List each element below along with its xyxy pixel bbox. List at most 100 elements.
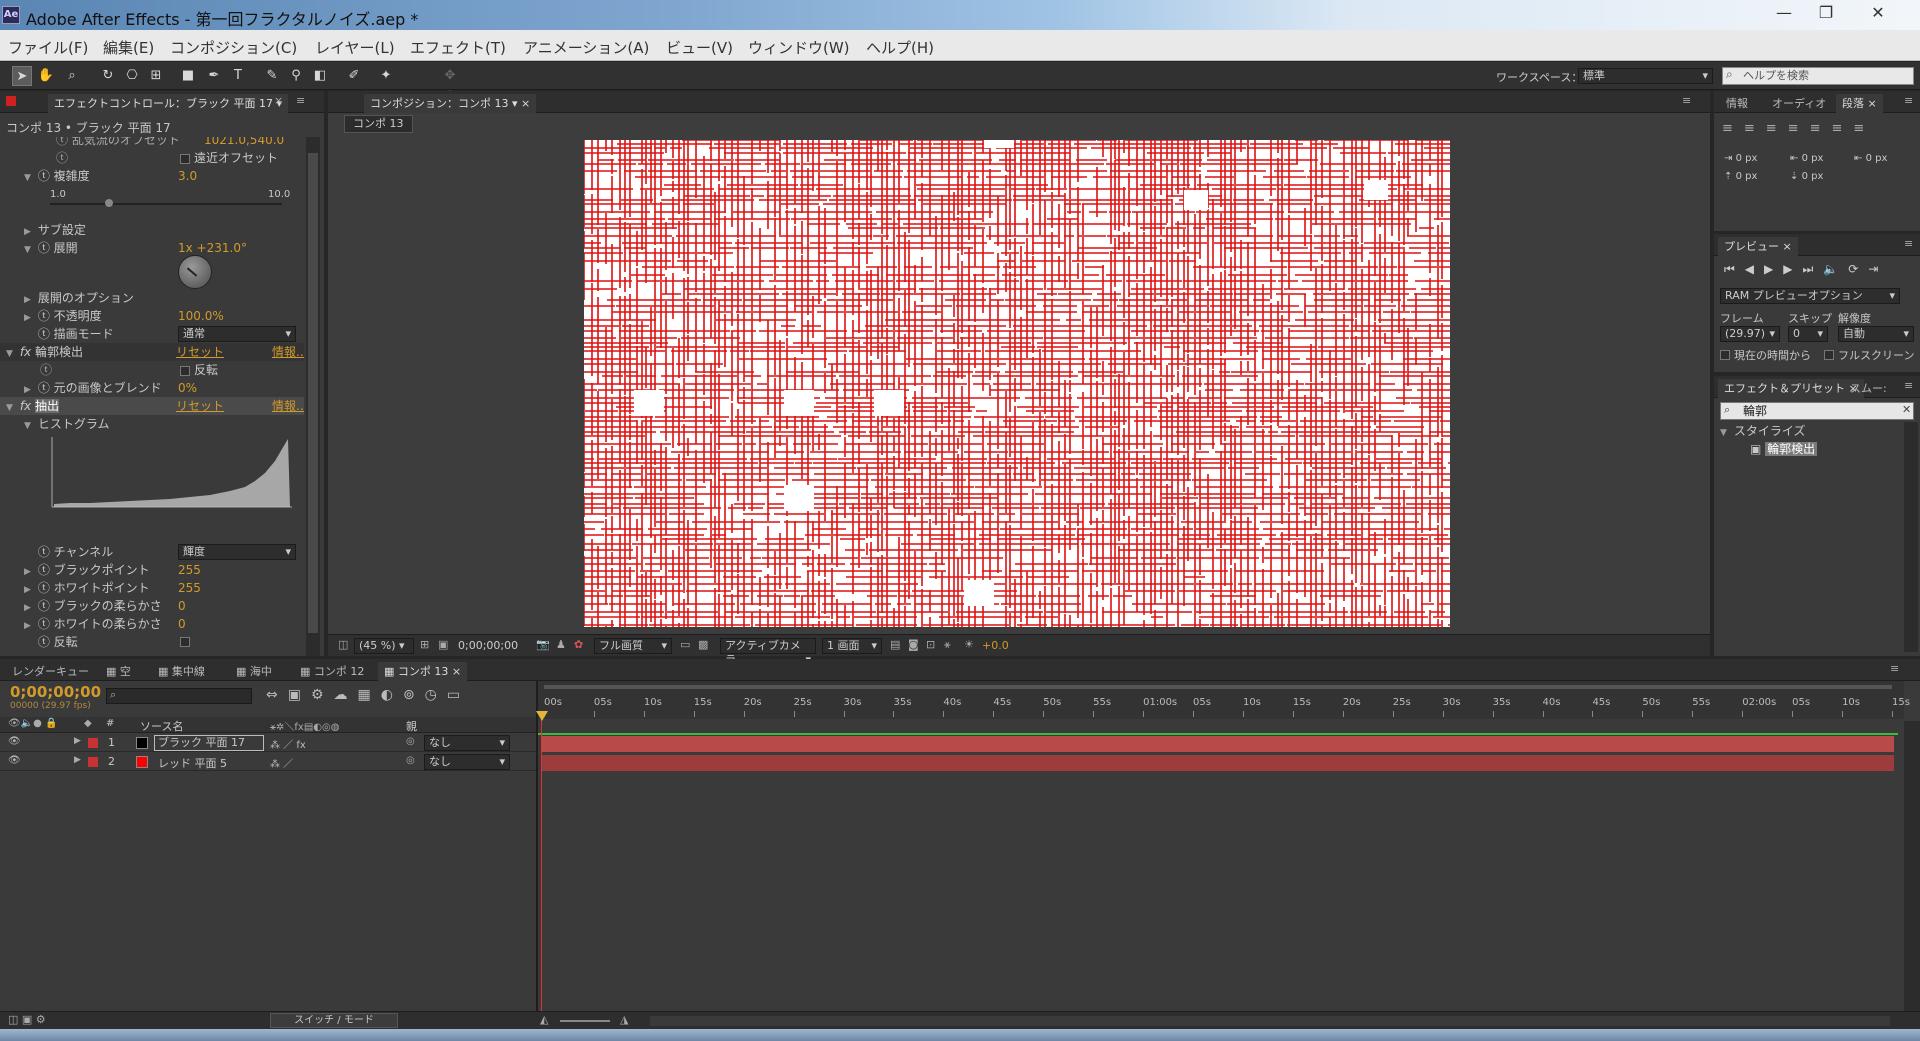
visibility-eye-icon[interactable]: 👁 [8, 736, 21, 747]
tab-paragraph[interactable]: 段落 × [1836, 94, 1883, 113]
indent-left-field[interactable]: ⇥ 0 px [1724, 153, 1757, 164]
tab-effect-controls[interactable]: エフェクトコントロール：ブラック 平面 17 ▾ [48, 94, 289, 113]
tab-preview[interactable]: プレビュー × [1718, 237, 1798, 256]
table-row[interactable]: 👁 ▶ 1 ブラック 平面 17 ⁂ ／ fx ◎ なし ▾ [0, 734, 536, 752]
tab-comp-12[interactable]: ▦ コンポ 12 [294, 662, 370, 681]
toggle-pixel-icon[interactable]: ▤ [890, 638, 900, 651]
complexity-slider-handle[interactable] [105, 199, 113, 207]
menu-effect[interactable]: エフェクト(T) [410, 37, 506, 58]
layer-switch-icons[interactable]: ⁂ ／ [270, 755, 293, 770]
channel-dropdown[interactable]: 輝度 ▾ [178, 544, 296, 560]
evolution-row[interactable]: ▼ ⓣ 展開 [24, 239, 78, 257]
ram-preview-dropdown[interactable]: RAM プレビューオプション ▾ [1720, 288, 1900, 304]
show-snapshot-icon[interactable]: ♟ [556, 638, 566, 651]
extract-info[interactable]: 情報... [272, 397, 304, 415]
expand-triangle-icon[interactable]: ▶ [74, 755, 81, 765]
opacity-row[interactable]: ▶ ⓣ 不透明度 [24, 307, 102, 325]
white-point-row[interactable]: ▶ ⓣ ホワイトポイント [24, 579, 150, 597]
black-softness-row[interactable]: ▶ ⓣ ブラックの柔らかさ [24, 597, 162, 615]
footer-toggle-icons[interactable]: ◫ ▣ ⚙ [8, 1013, 46, 1026]
help-search-input[interactable]: ヘルプを検索 [1722, 67, 1914, 85]
timeline-switches-icons[interactable]: ⇔▣⚙☁▦◐⊚◷▭ [266, 687, 470, 703]
menu-window[interactable]: ウィンドウ(W) [748, 37, 850, 58]
tab-audio[interactable]: オーディオ [1766, 94, 1832, 113]
comp-timecode[interactable]: 0;00;00;00 [458, 639, 518, 652]
preview-transport-icons[interactable]: ⏮◀▶▶⏭🔈⟳⇥ [1724, 262, 1888, 277]
scrollbar-thumb[interactable] [308, 153, 318, 633]
category-stylize[interactable]: ▼ スタイライズ [1720, 422, 1805, 440]
layer-name[interactable]: レッド 平面 5 [158, 755, 227, 771]
tab-render-queue[interactable]: レンダーキュー [6, 662, 95, 681]
menu-help[interactable]: ヘルプ(H) [866, 37, 934, 58]
tab-comp-underwater[interactable]: ▦ 海中 [230, 662, 278, 681]
layer-switch-icons[interactable]: ⁂ ／ fx [270, 736, 306, 751]
rectangle-tool-icon[interactable]: ■ [178, 66, 198, 86]
layer-bar-1[interactable] [542, 736, 1894, 752]
extract-row[interactable]: ▼ fx 抽出 [6, 397, 59, 415]
channel-icon[interactable]: ✿ [574, 638, 583, 651]
menu-view[interactable]: ビュー(V) [666, 37, 733, 58]
layer-search-input[interactable] [106, 688, 252, 704]
layer-bar-2[interactable] [542, 755, 1894, 771]
indent-first-field[interactable]: ⇤ 0 px [1790, 153, 1823, 164]
snapshot-icon[interactable]: 📷 [536, 638, 550, 651]
brush-tool-icon[interactable]: ✎ [262, 66, 282, 86]
complexity-row[interactable]: ▼ ⓣ 複雑度 [24, 167, 90, 185]
parent-pickwhip-icon[interactable]: ◎ [406, 736, 415, 747]
roto-brush-tool-icon[interactable]: ✐ [344, 66, 364, 86]
tab-comp-13[interactable]: ▦ コンポ 13 × [378, 662, 468, 681]
workspace-dropdown[interactable]: 標準 ▾ [1578, 68, 1713, 84]
zoom-tool-icon[interactable]: ⌕ [62, 66, 82, 86]
always-preview-icon[interactable]: ◫ [338, 638, 348, 651]
layer-name[interactable]: ブラック 平面 17 [154, 735, 264, 751]
find-edges-reset[interactable]: リセット [176, 343, 224, 361]
parent-dropdown[interactable]: なし ▾ [424, 735, 510, 751]
close-icon[interactable]: × [274, 94, 283, 107]
zoom-in-icon[interactable]: ◮ [620, 1013, 628, 1026]
tab-effects-presets[interactable]: エフェクト＆プリセット × [1718, 379, 1864, 398]
timeline-icon[interactable]: ⊡ [926, 638, 935, 651]
find-edges-row[interactable]: ▼ fx 輪郭検出 [6, 343, 83, 361]
blend-original-row[interactable]: ▶ ⓣ 元の画像とブレンド [24, 379, 162, 397]
zoom-dropdown[interactable]: (45 %) ▾ [354, 638, 414, 654]
opacity-value[interactable]: 100.0% [178, 307, 224, 325]
exposure-icon[interactable]: ☀ [964, 638, 974, 651]
white-softness-row[interactable]: ▶ ⓣ ホワイトの柔らかさ [24, 615, 162, 633]
flowchart-icon[interactable]: ⚹ [944, 638, 951, 652]
timeline-timecode[interactable]: 0;00;00;00 [10, 683, 101, 701]
panel-menu-icon[interactable]: ≡ [1904, 237, 1913, 250]
composition-canvas[interactable] [584, 140, 1450, 627]
evolution-options-row[interactable]: ▶ 展開のオプション [24, 289, 134, 307]
space-after-field[interactable]: ⇣ 0 px [1790, 171, 1823, 182]
panel-menu-icon[interactable]: ≡ [1904, 94, 1913, 107]
histogram-row[interactable]: ▼ ヒストグラム [24, 415, 109, 433]
selection-tool-icon[interactable]: ➤ [12, 66, 32, 86]
paragraph-align-icons[interactable]: ≡≡≡≡≡≡≡ [1722, 121, 1875, 136]
from-current-checkbox[interactable] [1720, 350, 1730, 360]
extract-reset[interactable]: リセット [176, 397, 224, 415]
maximize-button[interactable]: ❐ [1808, 2, 1844, 24]
tab-composition[interactable]: コンポジション：コンポ 13 ▾ × [364, 94, 537, 113]
indent-right-field[interactable]: ⇤ 0 px [1854, 153, 1887, 164]
fullscreen-checkbox[interactable] [1824, 350, 1834, 360]
frame-rate-dropdown[interactable]: (29.97) ▾ [1720, 326, 1780, 342]
menu-animation[interactable]: アニメーション(A) [523, 37, 649, 58]
panel-menu-icon[interactable]: ≡ [1890, 662, 1899, 675]
time-ruler[interactable]: 00s 05s 10s 15s 20s 25s 30s 35s 40s 45s 50s 55s 01:0… [538, 681, 1910, 719]
exposure-value[interactable]: +0.0 [982, 639, 1009, 652]
zoom-out-icon[interactable]: ◭ [540, 1013, 548, 1026]
current-time-indicator[interactable] [541, 717, 542, 1031]
panel-menu-icon[interactable]: ≡ [1904, 379, 1913, 392]
camera-tool-icon[interactable]: ⎔ [122, 66, 142, 86]
effect-controls-scrollbar[interactable] [306, 137, 320, 656]
space-before-field[interactable]: ⇡ 0 px [1724, 171, 1757, 182]
black-point-row[interactable]: ▶ ⓣ ブラックポイント [24, 561, 150, 579]
expand-triangle-icon[interactable]: ▶ [74, 736, 81, 746]
comp-subtab[interactable]: コンポ 13 [344, 115, 413, 133]
white-softness-value[interactable]: 0 [178, 615, 186, 633]
resolution-dropdown[interactable]: フル画質 ▾ [594, 638, 672, 654]
menu-edit[interactable]: 編集(E) [103, 37, 154, 58]
timeline-zoom-slider[interactable] [560, 1020, 610, 1022]
sub-settings-row[interactable]: ▶ サブ設定 [24, 221, 86, 239]
turb-offset-value[interactable]: 1021.0,540.0 [204, 137, 284, 149]
